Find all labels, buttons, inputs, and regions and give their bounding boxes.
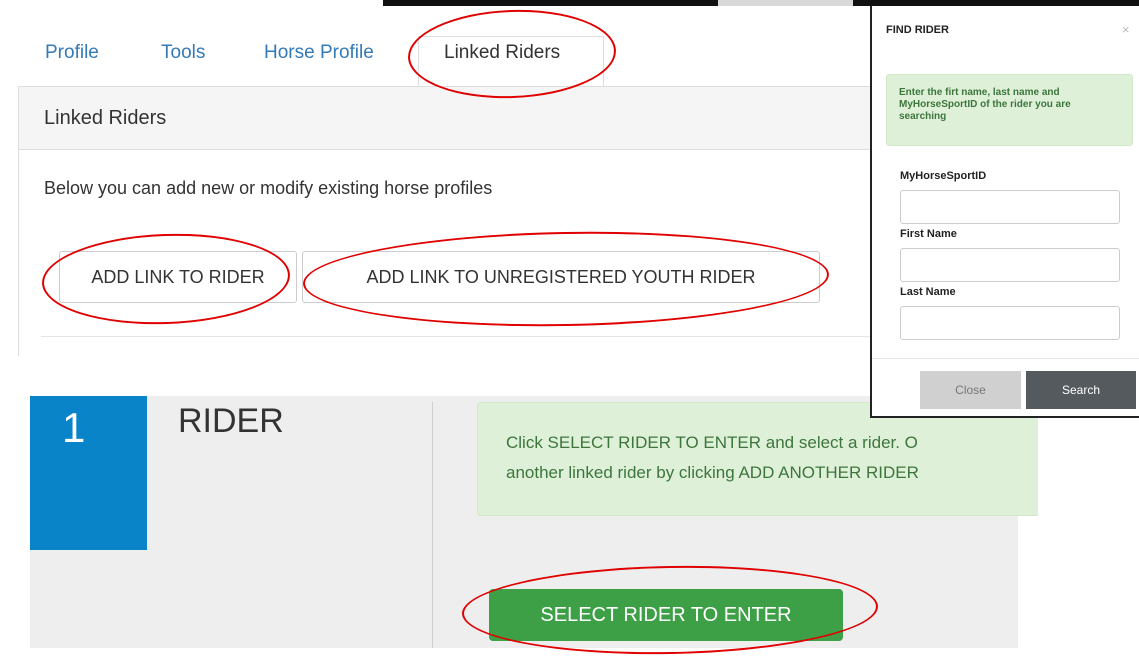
select-rider-to-enter-button[interactable]: SELECT RIDER TO ENTER (489, 589, 843, 641)
rider-section: 1 RIDER Click SELECT RIDER TO ENTER and … (30, 396, 1038, 648)
rider-title: RIDER (178, 402, 284, 440)
panel-heading: Linked Riders (19, 86, 871, 150)
rider-alert-line: Click SELECT RIDER TO ENTER and select a… (506, 433, 918, 452)
myhorsesportid-label: MyHorseSportID (900, 170, 987, 182)
panel-title: Linked Riders (44, 107, 167, 129)
rider-step-number: 1 (30, 396, 147, 550)
window-top-strip-highlight (718, 0, 853, 6)
panel-divider (41, 336, 871, 337)
search-button[interactable]: Search (1026, 371, 1136, 409)
modal-footer-divider (872, 358, 1139, 359)
add-link-to-rider-button[interactable]: ADD LINK TO RIDER (59, 251, 297, 303)
rider-number-text: 1 (62, 404, 86, 451)
panel-description: Below you can add new or modify existing… (44, 178, 493, 198)
modal-alert-line: MyHorseSportID of the rider you are (899, 99, 1071, 110)
first-name-label: First Name (900, 228, 957, 240)
modal-info-alert: Enter the firt name, last name and MyHor… (886, 74, 1133, 146)
last-name-input[interactable] (900, 306, 1120, 340)
close-icon[interactable]: × (1122, 22, 1130, 37)
last-name-label: Last Name (900, 286, 956, 298)
tab-profile[interactable]: Profile (45, 42, 99, 64)
first-name-input[interactable] (900, 248, 1120, 282)
close-button[interactable]: Close (920, 371, 1021, 409)
add-link-unregistered-youth-button[interactable]: ADD LINK TO UNREGISTERED YOUTH RIDER (302, 251, 820, 303)
myhorsesportid-input[interactable] (900, 190, 1120, 224)
find-rider-modal: FIND RIDER × Enter the firt name, last n… (870, 6, 1139, 418)
tab-tools[interactable]: Tools (161, 42, 205, 64)
linked-riders-panel: Linked Riders Below you can add new or m… (18, 86, 871, 356)
tab-horse-profile[interactable]: Horse Profile (264, 42, 374, 64)
modal-title: FIND RIDER (886, 24, 949, 36)
modal-alert-line: searching (899, 111, 947, 122)
rider-column-divider (432, 402, 433, 648)
modal-alert-line: Enter the firt name, last name and (899, 87, 1060, 98)
profile-tabs: Profile Tools Horse Profile Linked Rider… (0, 18, 870, 105)
rider-alert-line: another linked rider by clicking ADD ANO… (506, 463, 919, 482)
rider-instruction-alert: Click SELECT RIDER TO ENTER and select a… (477, 402, 1038, 516)
tab-linked-riders[interactable]: Linked Riders (444, 42, 560, 64)
